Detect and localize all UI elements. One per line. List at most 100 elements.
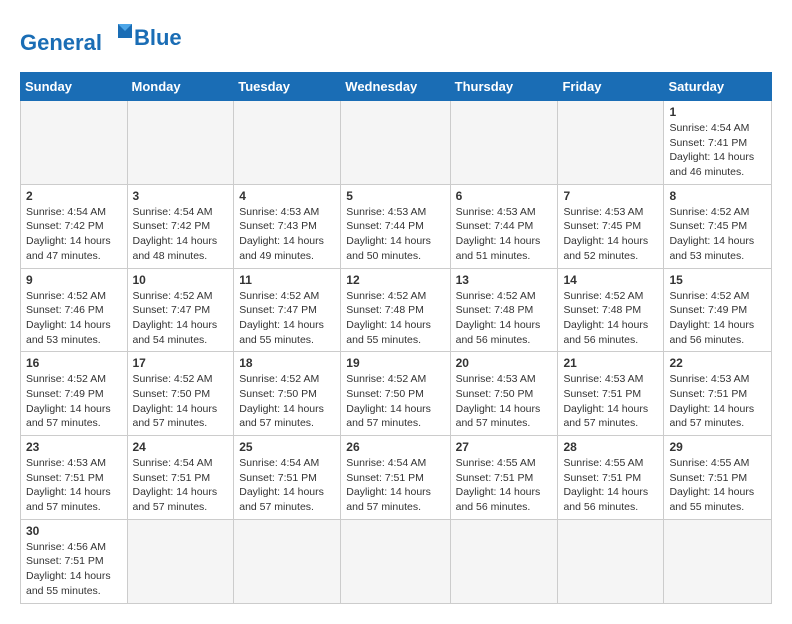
calendar-cell: [450, 519, 558, 603]
calendar-week-1: 1Sunrise: 4:54 AMSunset: 7:41 PMDaylight…: [21, 101, 772, 185]
daylight-label: Daylight: 14 hours and 51 minutes.: [456, 235, 541, 262]
calendar-header-row: SundayMondayTuesdayWednesdayThursdayFrid…: [21, 73, 772, 101]
sunset-label: Sunset: 7:51 PM: [563, 472, 641, 484]
sunrise-label: Sunrise: 4:52 AM: [26, 290, 106, 302]
day-info: Sunrise: 4:52 AMSunset: 7:47 PMDaylight:…: [239, 289, 335, 348]
sunrise-label: Sunrise: 4:52 AM: [133, 290, 213, 302]
day-number: 29: [669, 440, 766, 454]
sunrise-label: Sunrise: 4:53 AM: [346, 206, 426, 218]
sunrise-label: Sunrise: 4:52 AM: [456, 290, 536, 302]
day-number: 13: [456, 273, 553, 287]
sunrise-label: Sunrise: 4:55 AM: [563, 457, 643, 469]
sunset-label: Sunset: 7:49 PM: [669, 304, 747, 316]
day-info: Sunrise: 4:54 AMSunset: 7:42 PMDaylight:…: [26, 205, 122, 264]
daylight-label: Daylight: 14 hours and 52 minutes.: [563, 235, 648, 262]
calendar-cell: [21, 101, 128, 185]
sunset-label: Sunset: 7:42 PM: [133, 220, 211, 232]
calendar-cell: [234, 519, 341, 603]
calendar-cell: [341, 101, 450, 185]
logo-blue-text: Blue: [134, 25, 182, 51]
calendar-cell: 14 Sunrise: 4:52 AMSunset: 7:48 PMDayligh…: [558, 268, 664, 352]
sunrise-label: Sunrise: 4:56 AM: [26, 541, 106, 553]
calendar-cell: [558, 519, 664, 603]
day-info: Sunrise: 4:53 AMSunset: 7:44 PMDaylight:…: [346, 205, 444, 264]
weekday-header-sunday: Sunday: [21, 73, 128, 101]
calendar-cell: 23Sunrise: 4:53 AMSunset: 7:51 PMDayligh…: [21, 436, 128, 520]
calendar-week-4: 16 Sunrise: 4:52 AM Sunset: 7:49 PM Dayligh…: [21, 352, 772, 436]
sunrise-label: Sunrise: 4:53 AM: [26, 457, 106, 469]
calendar-cell: [450, 101, 558, 185]
daylight-label: Daylight: 14 hours and 53 minutes.: [669, 235, 754, 262]
day-number: 19: [346, 356, 444, 370]
calendar-cell: 9Sunrise: 4:52 AMSunset: 7:46 PMDaylight…: [21, 268, 128, 352]
day-info: Sunrise: 4:53 AMSunset: 7:51 PMDaylight:…: [26, 456, 122, 515]
calendar-cell: 27Sunrise: 4:55 AMSunset: 7:51 PMDayligh…: [450, 436, 558, 520]
calendar-cell: [234, 101, 341, 185]
weekday-header-friday: Friday: [558, 73, 664, 101]
sunrise-label: Sunrise: 4:55 AM: [669, 457, 749, 469]
sunrise-label: Sunrise: 4:54 AM: [26, 206, 106, 218]
day-number: 9: [26, 273, 122, 287]
day-number: 30: [26, 524, 122, 538]
daylight-label: Daylight: 14 hours and 54 minutes.: [133, 319, 218, 346]
sunset-label: Sunset: 7:43 PM: [239, 220, 317, 232]
day-number: 26: [346, 440, 444, 454]
sunset-label: Sunset: 7:51 PM: [346, 472, 424, 484]
day-info: Sunrise: 4:52 AMSunset: 7:47 PMDaylight:…: [133, 289, 229, 348]
sunset-label: Sunset: 7:45 PM: [669, 220, 747, 232]
day-number: 18: [239, 356, 335, 370]
day-number: 3: [133, 189, 229, 203]
day-info: Sunrise: 4:53 AMSunset: 7:43 PMDaylight:…: [239, 205, 335, 264]
page-header: General Blue: [20, 20, 772, 56]
day-info: Sunrise: 4:52 AMSunset: 7:50 PMDaylight:…: [239, 372, 335, 431]
sunset-label: Sunset: 7:48 PM: [563, 304, 641, 316]
day-number: 17: [133, 356, 229, 370]
day-info: Sunrise: 4:52 AMSunset: 7:49 PMDaylight:…: [26, 372, 122, 431]
calendar-cell: 24Sunrise: 4:54 AMSunset: 7:51 PMDayligh…: [127, 436, 234, 520]
daylight-label: Daylight: 14 hours and 55 minutes.: [669, 486, 754, 513]
sunrise-label: Sunrise: 4:52 AM: [26, 373, 106, 385]
sunset-label: Sunset: 7:49 PM: [26, 388, 104, 400]
sunset-label: Sunset: 7:50 PM: [346, 388, 424, 400]
day-info: Sunrise: 4:55 AMSunset: 7:51 PMDaylight:…: [669, 456, 766, 515]
day-info: Sunrise: 4:54 AMSunset: 7:51 PMDaylight:…: [346, 456, 444, 515]
sunset-label: Sunset: 7:48 PM: [346, 304, 424, 316]
day-info: Sunrise: 4:52 AMSunset: 7:45 PMDaylight:…: [669, 205, 766, 264]
day-info: Sunrise: 4:53 AMSunset: 7:51 PMDaylight:…: [563, 372, 658, 431]
sunrise-label: Sunrise: 4:52 AM: [346, 373, 426, 385]
sunrise-label: Sunrise: 4:54 AM: [133, 206, 213, 218]
sunrise-label: Sunrise: 4:54 AM: [346, 457, 426, 469]
day-number: 16: [26, 356, 122, 370]
daylight-label: Daylight: 14 hours and 56 minutes.: [563, 486, 648, 513]
calendar-cell: 4Sunrise: 4:53 AMSunset: 7:43 PMDaylight…: [234, 184, 341, 268]
calendar-cell: 1Sunrise: 4:54 AMSunset: 7:41 PMDaylight…: [664, 101, 772, 185]
day-info: Sunrise: 4:52 AMSunset: 7:48 PMDaylight:…: [456, 289, 553, 348]
sunrise-label: Sunrise: 4:54 AM: [669, 122, 749, 134]
sunrise-label: Sunrise: 4:52 AM: [239, 290, 319, 302]
calendar-week-2: 2Sunrise: 4:54 AMSunset: 7:42 PMDaylight…: [21, 184, 772, 268]
calendar-cell: 19Sunrise: 4:52 AMSunset: 7:50 PMDayligh…: [341, 352, 450, 436]
weekday-header-thursday: Thursday: [450, 73, 558, 101]
sunset-label: Sunset: 7:42 PM: [26, 220, 104, 232]
day-info: Sunrise: 4:52 AMSunset: 7:48 PMDaylight:…: [346, 289, 444, 348]
sunset-label: Sunset: 7:51 PM: [456, 472, 534, 484]
day-number: 28: [563, 440, 658, 454]
day-number: 5: [346, 189, 444, 203]
day-number: 27: [456, 440, 553, 454]
calendar-cell: 12Sunrise: 4:52 AMSunset: 7:48 PMDayligh…: [341, 268, 450, 352]
sunrise-label: Sunrise: 4:53 AM: [456, 373, 536, 385]
day-number: 14: [563, 273, 658, 287]
sunset-label: Sunset: 7:50 PM: [456, 388, 534, 400]
day-info: Sunrise: 4:53 AMSunset: 7:51 PMDaylight:…: [669, 372, 766, 431]
logo: General Blue: [20, 20, 182, 56]
sunset-label: Sunset: 7:51 PM: [669, 388, 747, 400]
day-info: Sunrise: 4:52 AMSunset: 7:48 PMDaylight:…: [563, 289, 658, 348]
daylight-label: Daylight: 14 hours and 57 minutes.: [669, 403, 754, 430]
daylight-label: Daylight: 14 hours and 56 minutes.: [669, 319, 754, 346]
weekday-header-saturday: Saturday: [664, 73, 772, 101]
day-info: Sunrise: 4:53 AMSunset: 7:44 PMDaylight:…: [456, 205, 553, 264]
calendar-cell: 18 Sunrise: 4:52 AMSunset: 7:50 PMDayligh…: [234, 352, 341, 436]
day-number: 25: [239, 440, 335, 454]
day-number: 22: [669, 356, 766, 370]
sunrise-label: Sunrise: 4:52 AM: [669, 290, 749, 302]
